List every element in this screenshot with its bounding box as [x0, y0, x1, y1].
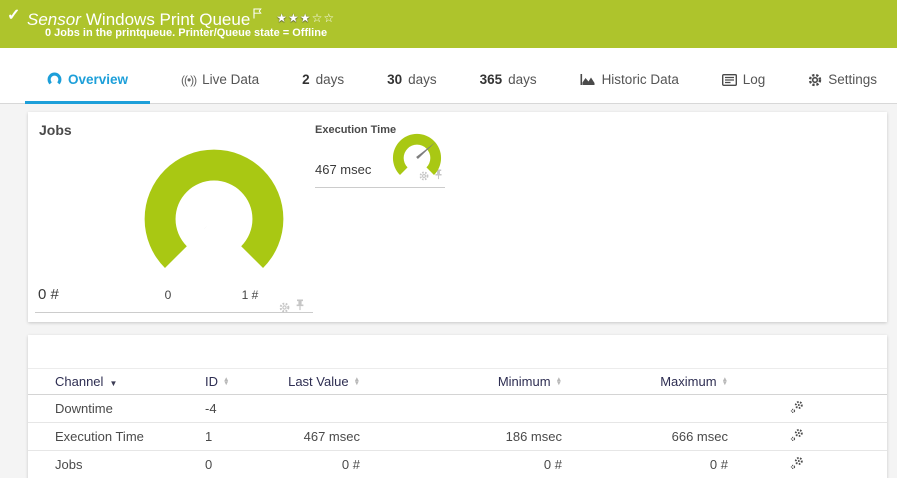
execution-time-gauge: [391, 132, 443, 189]
column-header-minimum[interactable]: Minimum▲▼: [360, 374, 562, 389]
status-ok-check-icon: ✓: [7, 5, 20, 25]
column-header-channel[interactable]: Channel▼: [55, 374, 205, 389]
table-row-jobs[interactable]: Jobs 0 0 # 0 # 0 #: [28, 451, 887, 478]
sensor-page: ✓ SensorWindows Print Queue★★★☆☆ 0 Jobs …: [0, 0, 897, 478]
column-header-maximum[interactable]: Maximum▲▼: [562, 374, 728, 389]
tab-historic-data[interactable]: Historic Data: [568, 58, 691, 104]
table-row-execution-time[interactable]: Execution Time 1 467 msec 186 msec 666 m…: [28, 423, 887, 451]
gauge-title: Jobs: [39, 122, 72, 138]
sensor-header: ✓ SensorWindows Print Queue★★★☆☆ 0 Jobs …: [0, 0, 897, 48]
cell-id: 0: [205, 457, 250, 472]
tab-number: 365: [480, 72, 503, 87]
gauge-gear-icon[interactable]: [279, 302, 290, 313]
cell-channel: Jobs: [55, 457, 205, 472]
cell-channel: Downtime: [55, 401, 205, 416]
sort-desc-icon: ▼: [109, 379, 117, 388]
tab-label: Log: [743, 72, 766, 87]
cell-maximum: 666 msec: [562, 429, 728, 444]
tab-number: 2: [302, 72, 310, 87]
sort-icon: ▲▼: [722, 378, 728, 387]
overview-content: Jobs 0 1 # 0 # Execution Time 467 msec: [28, 112, 887, 478]
table-row-downtime[interactable]: Downtime -4: [28, 395, 887, 423]
tab-number: 30: [387, 72, 402, 87]
gear-icon: [808, 73, 822, 87]
tab-label: Live Data: [202, 72, 259, 87]
sensor-status-message: 0 Jobs in the printqueue. Printer/Queue …: [45, 27, 327, 39]
gauge-title: Execution Time: [315, 124, 396, 136]
channel-table-panel: Channel▼ ID▲▼ Last Value▲▼ Minimum▲▼ Max…: [28, 335, 887, 478]
channel-table-header: Channel▼ ID▲▼ Last Value▲▼ Minimum▲▼ Max…: [28, 368, 887, 395]
execution-time-current-value: 467 msec: [315, 162, 371, 177]
cell-minimum: 0 #: [360, 457, 562, 472]
tab-label: Overview: [68, 72, 128, 87]
tab-label: days: [408, 72, 437, 87]
sort-icon: ▲▼: [223, 378, 229, 387]
cell-last-value: 0 #: [250, 457, 360, 472]
live-data-icon: ((•)): [181, 73, 196, 87]
flag-icon[interactable]: [253, 4, 262, 24]
cell-last-value: 467 msec: [250, 429, 360, 444]
tab-label: days: [316, 72, 345, 87]
cell-minimum: 186 msec: [360, 429, 562, 444]
column-header-id[interactable]: ID▲▼: [205, 374, 250, 389]
tab-label: Settings: [828, 72, 877, 87]
tab-overview[interactable]: Overview: [25, 58, 150, 104]
tab-label: Historic Data: [602, 72, 679, 87]
jobs-gauge: [139, 144, 289, 299]
channel-table: Channel▼ ID▲▼ Last Value▲▼ Minimum▲▼ Max…: [28, 368, 887, 478]
channel-settings-gears-icon[interactable]: [790, 400, 804, 414]
tab-365-days[interactable]: 365 days: [468, 58, 549, 104]
tab-label: days: [508, 72, 537, 87]
gauge-scale-max: 1 #: [235, 288, 265, 302]
gauge-icon: [47, 72, 62, 87]
tab-live-data[interactable]: ((•)) Live Data: [169, 58, 271, 104]
channel-settings-gears-icon[interactable]: [790, 456, 804, 470]
area-chart-icon: [580, 73, 596, 86]
tab-log[interactable]: Log: [710, 58, 778, 104]
jobs-current-value: 0 #: [38, 286, 59, 303]
tab-bar: Overview ((•)) Live Data 2 days 30 days …: [0, 48, 897, 104]
tab-2-days[interactable]: 2 days: [290, 58, 356, 104]
cell-maximum: 0 #: [562, 457, 728, 472]
jobs-gauge-widget: Jobs 0 1 # 0 #: [35, 116, 313, 313]
tab-30-days[interactable]: 30 days: [375, 58, 449, 104]
gauge-scale-min: 0: [155, 288, 181, 302]
priority-stars[interactable]: ★★★☆☆: [276, 11, 335, 25]
star-filled-icon[interactable]: ★★★: [276, 11, 311, 25]
cell-id: -4: [205, 401, 250, 416]
tab-settings[interactable]: Settings: [796, 58, 889, 104]
cell-id: 1: [205, 429, 250, 444]
star-empty-icon[interactable]: ☆☆: [312, 11, 336, 25]
cell-channel: Execution Time: [55, 429, 205, 444]
column-header-last-value[interactable]: Last Value▲▼: [250, 374, 360, 389]
pin-icon[interactable]: [295, 298, 305, 316]
channel-settings-gears-icon[interactable]: [790, 428, 804, 442]
gauges-panel: Jobs 0 1 # 0 # Execution Time 467 msec: [28, 112, 887, 322]
log-icon: [722, 74, 737, 86]
